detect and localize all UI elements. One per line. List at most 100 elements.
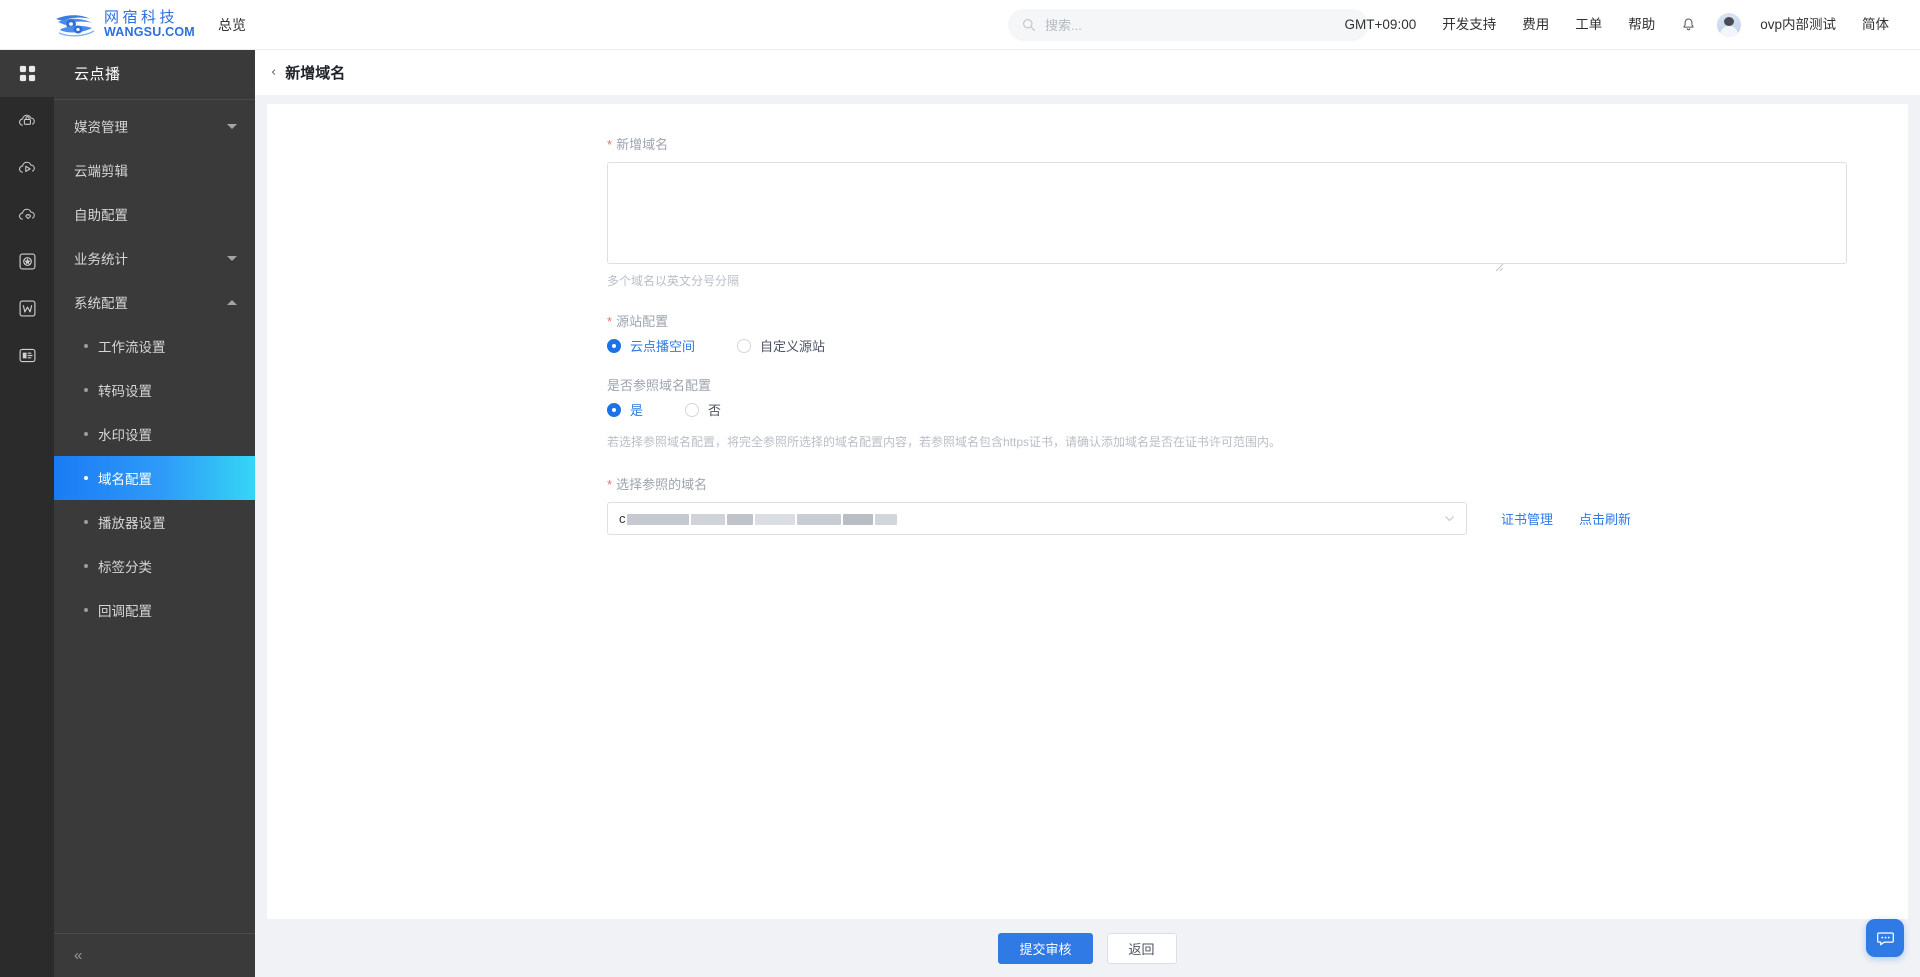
sidebar-item-transcode-settings[interactable]: 转码设置 [54, 368, 255, 412]
sidebar-item-player-settings[interactable]: 播放器设置 [54, 500, 255, 544]
sidebar-subitem-label: 域名配置 [98, 472, 152, 487]
refresh-link[interactable]: 点击刷新 [1579, 509, 1631, 528]
radio-button-icon [607, 339, 621, 353]
rail-item-wangsu-w[interactable] [0, 285, 54, 332]
page-header: ‹ 新增域名 [255, 50, 1920, 96]
reference-domain-value-prefix: c [619, 511, 626, 526]
form-card: * 新增域名 多个域名以英文分号分隔 * 源站配置 云点播空间 自定义源站 是否… [267, 104, 1908, 926]
sidebar-item-callback-config[interactable]: 回调配置 [54, 588, 255, 632]
rail-item-apps[interactable] [0, 50, 54, 97]
double-chevron-left-icon: « [74, 947, 82, 964]
sidebar-item-business-statistics[interactable]: 业务统计 [54, 236, 255, 280]
sidebar-item-label: 系统配置 [74, 296, 128, 311]
top-header: 网宿科技 WANGSU.COM 总览 GMT+09:00 开发支持 费用 工单 … [0, 0, 1920, 50]
sidebar-item-cloud-editing[interactable]: 云端剪辑 [54, 148, 255, 192]
rail-item-media-center[interactable] [0, 238, 54, 285]
nav-overview[interactable]: 总览 [218, 15, 246, 35]
chevron-down-icon [227, 255, 237, 261]
reference-domain-value: c [619, 511, 1444, 526]
chat-bubble-icon [1876, 931, 1894, 945]
sidebar-menu: 媒资管理 云端剪辑 自助配置 业务统计 系统配置 工作流设置 转码设置 水印设置 [54, 100, 255, 632]
radio-reference-no[interactable]: 否 [685, 403, 721, 417]
field-label-origin-config: * 源站配置 [607, 311, 1908, 330]
form-footer: 提交审核 返回 [255, 919, 1920, 977]
redaction-block [796, 514, 841, 526]
w-badge-icon [19, 300, 35, 317]
brand-logo[interactable]: 网宿科技 WANGSU.COM [54, 5, 195, 45]
sidebar-subitem-label: 工作流设置 [98, 340, 166, 355]
chat-support-button[interactable] [1866, 919, 1904, 957]
certificate-management-link[interactable]: 证书管理 [1501, 509, 1553, 528]
sidebar-subitem-label: 标签分类 [98, 560, 152, 575]
stream-box-icon [19, 348, 35, 363]
bullet-icon [84, 608, 88, 612]
radio-origin-custom[interactable]: 自定义源站 [737, 339, 825, 353]
sidebar-item-domain-config[interactable]: 域名配置 [54, 456, 255, 500]
sidebar-item-self-service-config[interactable]: 自助配置 [54, 192, 255, 236]
sidebar-item-label: 自助配置 [74, 208, 128, 223]
sidebar-item-system-config[interactable]: 系统配置 [54, 280, 255, 324]
radio-origin-cloud-vod-space[interactable]: 云点播空间 [607, 339, 695, 353]
brand-name-en: WANGSU.COM [104, 25, 195, 40]
reference-domain-row: c 证书管理 点击刷新 [607, 502, 1908, 535]
page-title: 新增域名 [285, 65, 346, 82]
sidebar-subitem-label: 回调配置 [98, 604, 152, 619]
bullet-icon [84, 344, 88, 348]
cloud-lock-icon [18, 114, 35, 126]
bullet-icon [84, 432, 88, 436]
label-text: 是否参照域名配置 [607, 378, 712, 393]
field-reference-domain-select: * 选择参照的域名 c 证书管理 点击刷新 [267, 474, 1908, 535]
new-domain-hint: 多个域名以英文分号分隔 [607, 274, 740, 288]
sidebar-subitem-label: 水印设置 [98, 428, 152, 443]
media-box-icon [19, 253, 35, 270]
required-star-icon: * [607, 314, 613, 329]
sidebar-item-watermark-settings[interactable]: 水印设置 [54, 412, 255, 456]
reference-domain-select[interactable]: c [607, 502, 1467, 535]
search-box[interactable] [1008, 9, 1368, 41]
header-language[interactable]: 简体 [1849, 0, 1902, 50]
redaction-block [874, 514, 897, 526]
back-button[interactable]: 返回 [1106, 932, 1177, 964]
redaction-block [842, 514, 873, 526]
redaction-block [690, 514, 725, 526]
sidebar-item-media-management[interactable]: 媒资管理 [54, 104, 255, 148]
field-label-reference-domain: * 选择参照的域名 [607, 474, 1908, 493]
rail-item-cloud-security[interactable] [0, 97, 54, 144]
radio-reference-yes[interactable]: 是 [607, 403, 643, 417]
reference-config-description: 若选择参照域名配置，将完全参照所选择的域名配置内容，若参照域名包含https证书… [607, 435, 1282, 449]
notification-bell-button[interactable] [1668, 17, 1709, 33]
field-label-new-domain: * 新增域名 [607, 134, 1908, 153]
header-tickets[interactable]: 工单 [1562, 0, 1615, 50]
submit-review-button[interactable]: 提交审核 [998, 932, 1093, 964]
header-help[interactable]: 帮助 [1615, 0, 1668, 50]
required-star-icon: * [607, 137, 613, 152]
rail-item-cloud-health[interactable] [0, 191, 54, 238]
radio-label: 是 [630, 402, 644, 418]
new-domain-textarea[interactable] [607, 162, 1847, 264]
header-right-menu: GMT+09:00 开发支持 费用 工单 帮助 ovp内部测试 简体 [1332, 0, 1902, 50]
sidebar-item-workflow-settings[interactable]: 工作流设置 [54, 324, 255, 368]
sidebar-title: 云点播 [54, 50, 255, 100]
grid-apps-icon [19, 65, 35, 82]
required-star-icon: * [607, 477, 613, 492]
redaction-block [626, 514, 689, 526]
search-input[interactable] [1043, 16, 1343, 34]
back-chevron-icon[interactable]: ‹ [271, 65, 276, 80]
header-billing[interactable]: 费用 [1509, 0, 1562, 50]
sidebar-collapse-button[interactable]: « [54, 933, 255, 977]
field-new-domain: * 新增域名 多个域名以英文分号分隔 [267, 134, 1908, 289]
cloud-heart-icon [18, 208, 35, 220]
header-username[interactable]: ovp内部测试 [1747, 0, 1849, 50]
rail-item-cloud-video[interactable] [0, 144, 54, 191]
sidebar-item-label: 云端剪辑 [74, 164, 128, 179]
cloud-play-icon [18, 161, 35, 173]
avatar[interactable] [1717, 13, 1742, 37]
reference-config-radio-group: 是 否 [607, 403, 1908, 417]
sidebar-item-tag-category[interactable]: 标签分类 [54, 544, 255, 588]
search-icon [1023, 19, 1035, 31]
rail-item-live-stream[interactable] [0, 332, 54, 379]
header-timezone[interactable]: GMT+09:00 [1332, 0, 1430, 50]
sidebar-item-label: 媒资管理 [74, 120, 128, 135]
header-dev-support[interactable]: 开发支持 [1429, 0, 1509, 50]
bullet-icon [84, 564, 88, 568]
